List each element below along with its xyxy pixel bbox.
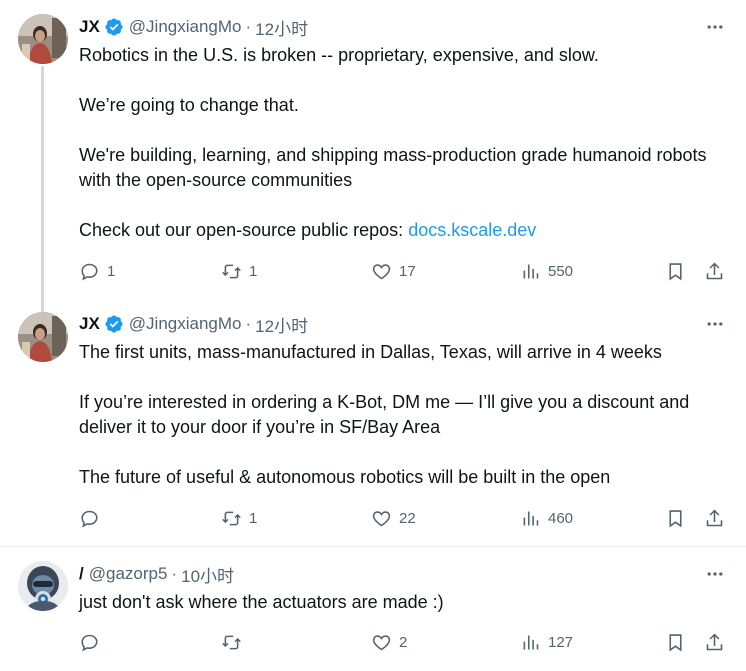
views-count: 550: [548, 262, 574, 280]
more-horizontal-icon[interactable]: [704, 16, 726, 38]
repo-link[interactable]: docs.kscale.dev: [408, 220, 536, 240]
repost-icon: [222, 511, 241, 525]
heart-icon: [372, 510, 391, 526]
reply-button[interactable]: [79, 630, 107, 654]
bookmark-icon: [669, 509, 682, 527]
like-count: 2: [399, 633, 408, 651]
reply-icon: [81, 263, 98, 280]
reply-icon: [81, 634, 98, 651]
tweet-paragraph: Check out our open-source public repos: …: [79, 218, 719, 243]
tweet-text: just don't ask where the actuators are m…: [79, 590, 719, 615]
repost-count: 1: [249, 509, 258, 527]
author-name[interactable]: JX: [79, 17, 100, 37]
separator-dot: ·: [245, 314, 252, 333]
paragraph-text: Check out our open-source public repos:: [79, 220, 409, 240]
avatar[interactable]: [18, 561, 68, 611]
author-name[interactable]: JX: [79, 314, 100, 334]
repost-button[interactable]: 1: [221, 259, 257, 283]
share-icon: [706, 633, 723, 650]
repost-icon: [222, 264, 241, 278]
share-button[interactable]: [704, 259, 725, 283]
tweet-paragraph: The first units, mass-manufactured in Da…: [79, 342, 662, 362]
avatar[interactable]: [18, 14, 68, 64]
heart-icon: [372, 263, 391, 279]
bookmark-button[interactable]: [665, 259, 686, 283]
more-horizontal-icon[interactable]: [704, 313, 726, 335]
tweet-actions: 2 127: [79, 630, 729, 654]
tweet-actions: 1 22 460: [79, 506, 729, 530]
author-handle[interactable]: @JingxiangMo: [129, 314, 242, 334]
share-button[interactable]: [704, 630, 725, 654]
share-button[interactable]: [704, 506, 725, 530]
timestamp[interactable]: 10小时: [181, 562, 234, 587]
tweet-1[interactable]: JX @JingxiangMo · 12小时 Robotics in the U…: [0, 0, 746, 312]
heart-icon: [372, 634, 391, 650]
tweet-paragraph: If you’re interested in ordering a K-Bot…: [79, 392, 695, 437]
reply-button[interactable]: 1: [79, 259, 115, 283]
separator-dot: ·: [245, 17, 252, 36]
bookmark-button[interactable]: [665, 506, 686, 530]
repost-icon: [222, 635, 241, 649]
views-button[interactable]: 550: [520, 259, 573, 283]
bookmark-button[interactable]: [665, 630, 686, 654]
more-horizontal-icon[interactable]: [704, 563, 726, 585]
like-button[interactable]: 17: [371, 259, 416, 283]
separator-dot: ·: [171, 564, 178, 583]
bookmark-icon: [669, 633, 682, 651]
reply-button[interactable]: [79, 506, 107, 530]
share-icon: [706, 509, 723, 526]
verified-badge-icon: [104, 17, 124, 37]
author-name[interactable]: /: [79, 564, 84, 584]
tweet-paragraph: just don't ask where the actuators are m…: [79, 592, 444, 612]
tweet-paragraph: We’re going to change that.: [79, 95, 299, 115]
like-button[interactable]: 2: [371, 630, 407, 654]
tweet-header: JX @JingxiangMo · 12小时: [79, 15, 308, 40]
reply-icon: [81, 510, 98, 527]
tweet-header: / @gazorp5 · 10小时: [79, 562, 234, 587]
repost-button[interactable]: 1: [221, 506, 257, 530]
repost-button[interactable]: [221, 630, 249, 654]
like-button[interactable]: 22: [371, 506, 416, 530]
bookmark-icon: [669, 262, 682, 280]
like-count: 22: [399, 509, 416, 527]
tweet-text: The first units, mass-manufactured in Da…: [79, 340, 719, 490]
reply-count: 1: [107, 262, 116, 280]
tweet-paragraph: Robotics in the U.S. is broken -- propri…: [79, 45, 599, 65]
like-count: 17: [399, 262, 416, 280]
timestamp[interactable]: 12小时: [255, 15, 308, 40]
views-icon: [523, 511, 539, 525]
views-button[interactable]: 127: [520, 630, 573, 654]
share-icon: [706, 262, 723, 279]
views-icon: [523, 635, 539, 649]
verified-badge-icon: [104, 314, 124, 334]
tweet-feed: JX @JingxiangMo · 12小时 Robotics in the U…: [0, 0, 746, 671]
tweet-2[interactable]: JX @JingxiangMo · 12小时 The first units, …: [0, 300, 746, 545]
avatar[interactable]: [18, 312, 68, 362]
views-icon: [523, 264, 539, 278]
tweet-text: Robotics in the U.S. is broken -- propri…: [79, 43, 719, 243]
tweet-paragraph: The future of useful & autonomous roboti…: [79, 467, 611, 487]
author-handle[interactable]: @gazorp5: [89, 564, 168, 584]
views-count: 460: [548, 509, 574, 527]
tweet-paragraph: We're building, learning, and shipping m…: [79, 145, 712, 190]
timestamp[interactable]: 12小时: [255, 312, 308, 337]
tweet-header: JX @JingxiangMo · 12小时: [79, 312, 308, 337]
tweet-3[interactable]: / @gazorp5 · 10小时 just don't ask where t…: [0, 547, 746, 671]
author-handle[interactable]: @JingxiangMo: [129, 17, 242, 37]
repost-count: 1: [249, 262, 258, 280]
views-count: 127: [548, 633, 574, 651]
thread-line: [41, 66, 44, 312]
views-button[interactable]: 460: [520, 506, 573, 530]
tweet-actions: 1 1 17 550: [79, 259, 729, 283]
